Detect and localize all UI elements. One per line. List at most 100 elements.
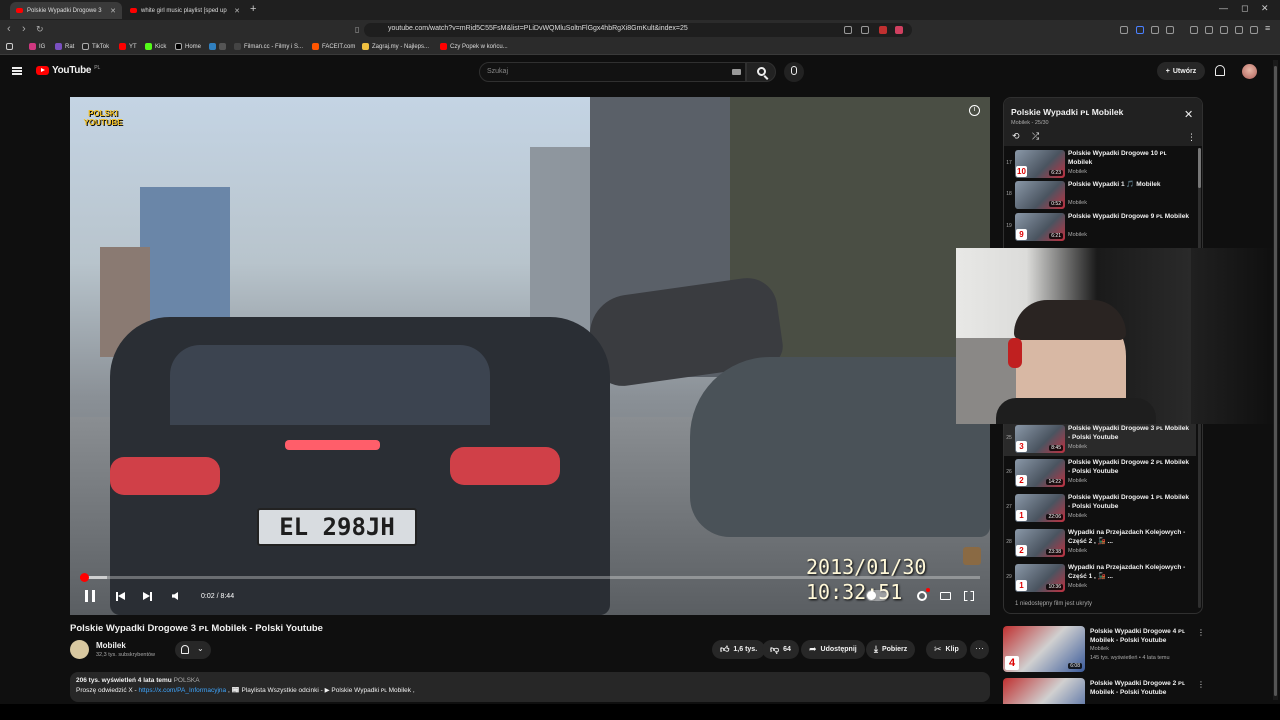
extension-icon[interactable] — [1120, 26, 1128, 34]
playlist-item-title[interactable]: Polskie Wypadki Drogowe 9 ᴘʟ Mobilek — [1068, 212, 1190, 221]
page-scrollbar-thumb[interactable] — [1274, 66, 1277, 696]
bookmark-tiktok[interactable]: TikTok — [82, 43, 109, 50]
bookmark-ig[interactable]: IG — [29, 43, 45, 50]
url-input[interactable]: youtube.com/watch?v=mRid5C55FsM&list=PLi… — [364, 23, 912, 37]
bookmark-yt[interactable]: YT — [119, 43, 137, 50]
channel-watermark-icon[interactable] — [963, 547, 981, 565]
playlist-item-title[interactable]: Polskie Wypadki Drogowe 3 ᴘʟ Mobilek - P… — [1068, 424, 1190, 442]
close-tab-icon[interactable]: ✕ — [110, 7, 116, 15]
bookmark-icon[interactable]: ▯ — [355, 25, 359, 34]
channel-name[interactable]: Mobilek — [96, 641, 126, 650]
youtube-logo[interactable]: YouTube PL — [36, 65, 100, 76]
sidebar-icon[interactable] — [1205, 26, 1213, 34]
next-icon[interactable] — [143, 591, 152, 601]
progress-bar[interactable] — [79, 573, 980, 582]
create-button[interactable]: + Utwórz — [1157, 62, 1205, 80]
menu-icon[interactable]: ≡ — [1265, 23, 1273, 33]
forward-icon[interactable]: › — [22, 23, 26, 35]
playlist-scrollbar-thumb[interactable] — [1198, 148, 1201, 188]
apps-grid-icon[interactable] — [6, 43, 13, 50]
description-link[interactable]: https://x.com/PA_Informacyjna — [139, 687, 227, 694]
previous-icon[interactable] — [116, 591, 125, 601]
bookmark-faceit[interactable]: FACEIT.com — [312, 43, 355, 50]
pause-icon[interactable] — [85, 590, 95, 602]
playlist-item[interactable]: 25 3 8:45 Polskie Wypadki Drogowe 3 ᴘʟ Mobi… — [1004, 423, 1196, 456]
playlist-item-thumbnail[interactable]: 10 6:23 — [1015, 150, 1065, 178]
close-tab-icon[interactable]: ✕ — [234, 7, 240, 15]
playlist-item-thumbnail[interactable]: 1 10:36 — [1015, 564, 1065, 592]
extension-icon[interactable] — [1136, 26, 1144, 34]
playlist-item-title[interactable]: Polskie Wypadki Drogowe 1 ᴘʟ Mobilek - P… — [1068, 493, 1190, 511]
like-button[interactable]: 👍︎ 1,6 tys. — [712, 640, 766, 659]
playlist-item[interactable]: 27 1 22:06 Polskie Wypadki Drogowe 1 ᴘʟ Mob… — [1004, 492, 1196, 525]
playlist-title[interactable]: Polskie Wypadki ᴘʟ Mobilek — [1011, 107, 1123, 117]
playlist-item[interactable]: 28 2 23:38 Wypadki na Przejazdach Kolejowyc… — [1004, 527, 1196, 560]
playlist-item[interactable]: 26 2 14:22 Polskie Wypadki Drogowe 2 ᴘʟ Mob… — [1004, 457, 1196, 490]
bookmark-kick[interactable]: Kick — [145, 43, 166, 50]
extension-icon[interactable] — [1166, 26, 1174, 34]
search-button[interactable] — [746, 62, 776, 82]
rewards-icon[interactable] — [895, 26, 903, 34]
share-button[interactable]: ➦ Udostępnij — [801, 640, 865, 659]
minimize-icon[interactable]: — — [1219, 3, 1228, 13]
close-window-icon[interactable]: ✕ — [1261, 3, 1269, 14]
bookmark-popek[interactable]: Czy Popek w końcu... — [440, 43, 508, 50]
playlist-item-thumbnail[interactable]: 2 23:38 — [1015, 529, 1065, 557]
channel-avatar[interactable] — [70, 640, 89, 659]
browser-tab-active[interactable]: Polskie Wypadki Drogowe 3 ✕ — [10, 2, 122, 19]
video-player[interactable]: EL 298JH POLSKI YOUTUBE i 2013/01/30 10:3… — [70, 97, 990, 615]
playlist-item-thumbnail[interactable]: 3 8:45 — [1015, 425, 1065, 453]
browser-tab[interactable]: white girl music playlist [sped up ✕ — [124, 2, 246, 19]
recommended-title[interactable]: Polskie Wypadki Drogowe 4 ᴘʟ Mobilek - P… — [1090, 627, 1190, 645]
playlist-item-title[interactable]: Polskie Wypadki Drogowe 10 ᴘʟ Mobilek — [1068, 149, 1190, 167]
more-vertical-icon[interactable]: ⋮ — [1197, 680, 1205, 689]
bookmark-x-home[interactable]: Home — [175, 43, 201, 50]
info-icon[interactable]: i — [969, 105, 980, 116]
clip-button[interactable]: ✂ Klip — [926, 640, 967, 659]
user-avatar[interactable] — [1242, 64, 1257, 79]
description-box[interactable]: 206 tys. wyświetleń 4 lata temu POLSKA P… — [70, 672, 990, 702]
playlist-item-title[interactable]: Wypadki na Przejazdach Kolejowych - Częś… — [1068, 528, 1190, 546]
bookmark-zagraj[interactable]: Zagraj.my - Najleps... — [362, 43, 429, 50]
media-icon[interactable] — [1190, 26, 1198, 34]
playlist-item[interactable]: 18 0:52 Polskie Wypadki 1 🎵 Mobilek Mobilek — [1004, 179, 1196, 212]
playlist-item[interactable]: 17 10 6:23 Polskie Wypadki Drogowe 10 ᴘʟ Mo… — [1004, 148, 1196, 181]
download-button[interactable]: ⤓ Pobierz — [866, 640, 916, 659]
shuffle-icon[interactable]: ⤮ — [1032, 131, 1039, 142]
recommended-thumbnail[interactable]: 4 6:08 — [1003, 626, 1085, 672]
recommended-channel[interactable]: Mobilek — [1090, 646, 1109, 652]
playlist-item-thumbnail[interactable]: 1 22:06 — [1015, 494, 1065, 522]
bookmark-filman[interactable]: Filman.cc - Filmy i S... — [234, 43, 303, 50]
brave-shield-icon[interactable] — [879, 26, 887, 34]
wallet-icon[interactable] — [1250, 26, 1258, 34]
share-page-icon[interactable] — [861, 26, 869, 34]
new-tab-icon[interactable]: + — [250, 3, 256, 15]
maximize-icon[interactable]: ◻ — [1241, 3, 1248, 14]
more-actions-button[interactable]: ··· — [970, 640, 989, 659]
subscription-bell-button[interactable]: ⌄ — [175, 641, 211, 659]
playlist-item-title[interactable]: Polskie Wypadki 1 🎵 Mobilek — [1068, 180, 1190, 189]
extension-icon[interactable] — [1235, 26, 1243, 34]
settings-gear-icon[interactable] — [917, 588, 930, 601]
tab-search-icon[interactable] — [844, 26, 852, 34]
hamburger-menu-icon[interactable] — [12, 67, 22, 75]
keyboard-icon[interactable] — [732, 69, 741, 75]
back-icon[interactable]: ‹ — [7, 23, 11, 35]
notifications-bell-icon[interactable] — [1215, 65, 1225, 76]
loop-icon[interactable]: ⟲ — [1012, 131, 1020, 142]
playlist-item-title[interactable]: Polskie Wypadki Drogowe 2 ᴘʟ Mobilek - P… — [1068, 458, 1190, 476]
close-icon[interactable]: ✕ — [1184, 108, 1193, 121]
autoplay-toggle[interactable] — [866, 590, 888, 601]
more-vertical-icon[interactable]: ⋮ — [1197, 628, 1205, 637]
search-input[interactable]: Szukaj — [479, 62, 746, 82]
playlist-item[interactable]: 29 1 10:36 Wypadki na Przejazdach Kolejowyc… — [1004, 562, 1196, 595]
playlist-item[interactable]: 19 9 6:21 Polskie Wypadki Drogowe 9 ᴘʟ Mobi… — [1004, 211, 1196, 244]
progress-handle[interactable] — [79, 573, 89, 582]
voice-search-button[interactable] — [784, 62, 804, 82]
miniplayer-icon[interactable] — [940, 592, 951, 600]
recommended-video[interactable]: 4 6:08 Polskie Wypadki Drogowe 4 ᴘʟ Mobile… — [1003, 626, 1205, 678]
playlist-item-title[interactable]: Wypadki na Przejazdach Kolejowych - Częś… — [1068, 563, 1190, 581]
recommended-title[interactable]: Polskie Wypadki Drogowe 2 ᴘʟ Mobilek - P… — [1090, 679, 1190, 697]
playlist-item-thumbnail[interactable]: 0:52 — [1015, 181, 1065, 209]
more-vertical-icon[interactable]: ⋮ — [1187, 132, 1196, 143]
